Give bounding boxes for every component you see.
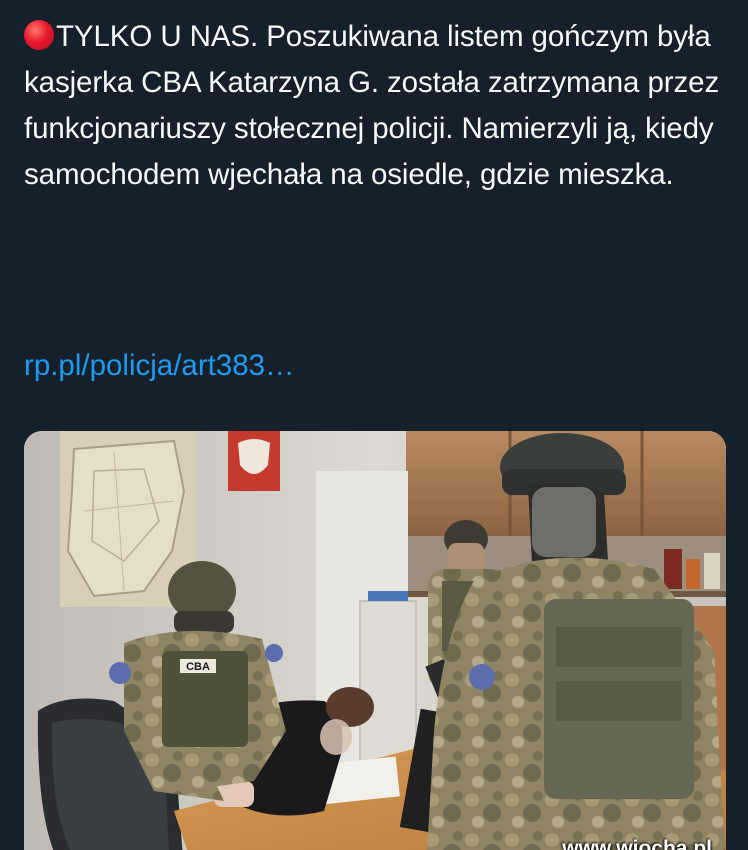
photo-scene: CBA xyxy=(24,431,726,850)
tweet-photo[interactable]: CBA www.wiocha.pl xyxy=(24,431,726,850)
tweet-text: TYLKO U NAS. Poszukiwana listem gończym … xyxy=(24,14,724,198)
cba-patch-label: CBA xyxy=(186,661,210,673)
watermark: www.wiocha.pl xyxy=(562,837,712,850)
tweet-headline: TYLKO U NAS. xyxy=(56,20,259,53)
article-link[interactable]: rp.pl/policja/art383… xyxy=(24,343,295,389)
red-circle-icon xyxy=(24,20,54,50)
